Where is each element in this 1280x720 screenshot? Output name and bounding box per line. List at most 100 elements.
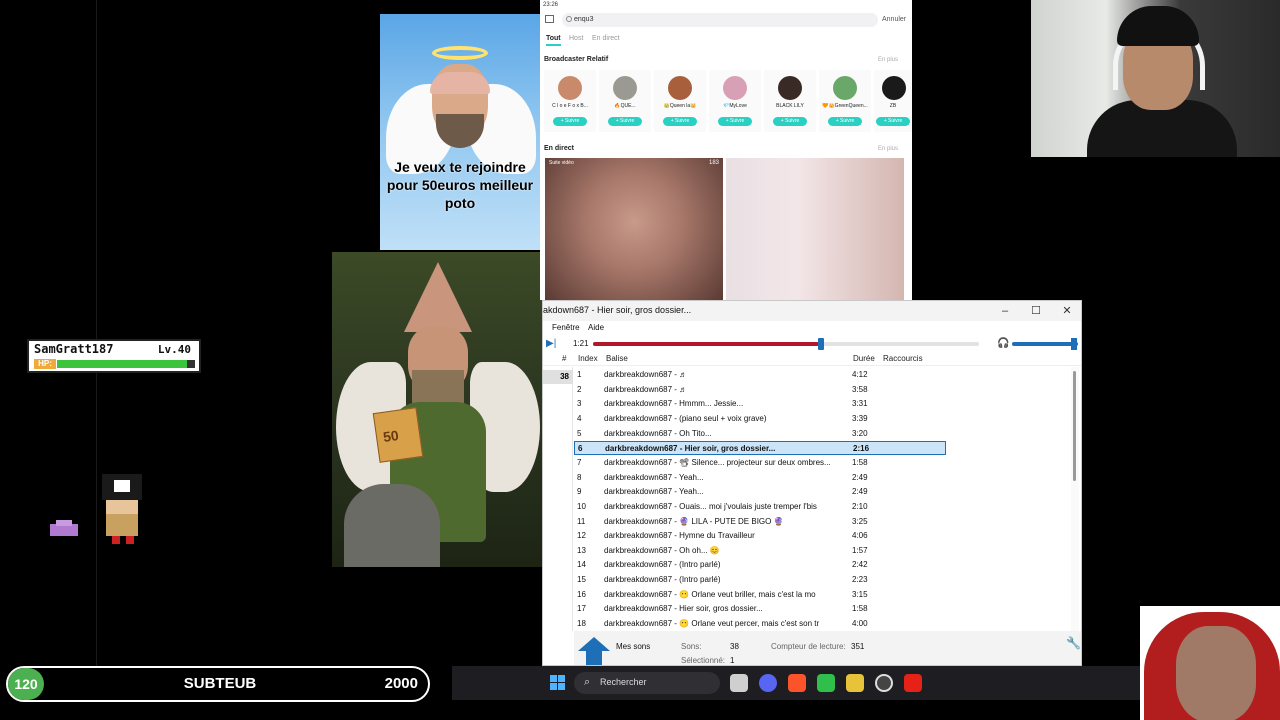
table-row[interactable]: 6 darkbreakdown687 - Hier soir, gros doss… (574, 441, 946, 456)
seek-slider[interactable] (593, 338, 979, 350)
home-arrow-icon[interactable] (577, 635, 611, 665)
broadcaster-card[interactable]: 🔥QUE... + Suivre (599, 70, 651, 132)
brave-icon[interactable] (788, 674, 806, 692)
menu-window[interactable]: Fenêtre (552, 323, 580, 332)
table-row[interactable]: 3 darkbreakdown687 - Hmmm... Jessie... 3:3… (574, 397, 946, 411)
broadcaster-name: 🔥QUE... (614, 103, 636, 109)
track-duration: 3:39 (852, 413, 868, 423)
track-index: 17 (577, 604, 586, 614)
column-tag[interactable]: Balise (606, 354, 628, 363)
headphones-icon[interactable]: 🎧 (997, 338, 1009, 349)
track-title: darkbreakdown687 - ♬ (604, 370, 688, 379)
obs-icon[interactable] (875, 674, 893, 692)
sounds-folder-label[interactable]: Mes sons (616, 642, 650, 651)
file-explorer-icon[interactable] (730, 674, 748, 692)
taskbar-search[interactable]: ⌕ Rechercher (574, 672, 720, 694)
phone-search-input[interactable]: enqu3 (562, 13, 878, 27)
tab-live[interactable]: En direct (592, 35, 620, 42)
volume-slider[interactable] (1012, 342, 1078, 346)
table-row[interactable]: 13 darkbreakdown687 - Oh oh... 😊 1:57 (574, 544, 946, 558)
column-shortcuts[interactable]: Raccourcis (883, 354, 923, 363)
track-index: 1 (577, 370, 582, 379)
tab-host[interactable]: Host (569, 35, 583, 42)
track-title: darkbreakdown687 - (piano seul + voix gr… (604, 413, 767, 423)
volume-thumb[interactable] (1071, 338, 1077, 350)
game-icon[interactable] (846, 674, 864, 692)
follow-button[interactable]: + Suivre (876, 117, 910, 126)
column-num[interactable]: # (562, 354, 566, 363)
broadcaster-card[interactable]: C l o e F o x B... + Suivre (544, 70, 596, 132)
minimize-icon[interactable]: – (991, 303, 1019, 319)
avatar (833, 76, 857, 100)
wrench-icon[interactable]: 🔧 (1066, 636, 1081, 650)
seek-thumb[interactable] (817, 338, 824, 350)
table-row[interactable]: 9 darkbreakdown687 - Yeah... 2:49 (574, 485, 946, 499)
follow-button[interactable]: + Suivre (773, 117, 807, 126)
track-list-header: # Index Balise Durée Raccourcis (543, 352, 1081, 366)
broadcaster-card[interactable]: 🧡👑GreenQueen... + Suivre (819, 70, 871, 132)
window-titlebar[interactable]: akdown687 - Hier soir, gros dossier... –… (543, 301, 1081, 321)
broadcaster-name: 💎MyLove (723, 103, 747, 109)
taskbar-search-placeholder: Rechercher (600, 677, 647, 687)
youtube-icon[interactable] (904, 674, 922, 692)
table-row[interactable]: 11 darkbreakdown687 - 🔮 LILA - PUTE DE BI… (574, 515, 946, 529)
playlist-count[interactable]: 38 (543, 370, 573, 384)
track-index: 4 (577, 413, 582, 423)
follow-button[interactable]: + Suivre (608, 117, 642, 126)
tab-all[interactable]: Tout (546, 35, 561, 46)
broadcaster-card[interactable]: 💎MyLove + Suivre (709, 70, 761, 132)
follow-button[interactable]: + Suivre (663, 117, 697, 126)
track-duration: 2:49 (852, 487, 868, 497)
track-title: darkbreakdown687 - Hier soir, gros dossi… (605, 444, 776, 454)
broadcaster-name: 🧡👑GreenQueen... (822, 103, 868, 109)
phone-cancel-button[interactable]: Annuler (882, 16, 906, 23)
broadcaster-card[interactable]: BLACK LILY + Suivre (764, 70, 816, 132)
scan-icon[interactable] (545, 15, 554, 23)
broadcaster-name: C l o e F o x B... (552, 103, 588, 109)
discord-icon[interactable] (759, 674, 777, 692)
track-index: 12 (577, 531, 586, 541)
broadcaster-more-link[interactable]: En plus (878, 57, 898, 63)
angel-meme-image: Je veux te rejoindre pour 50euros meille… (380, 14, 540, 250)
table-row[interactable]: 8 darkbreakdown687 - Yeah... 2:49 (574, 471, 946, 485)
live-stream-tile[interactable]: Suite vidéo 183 (545, 158, 723, 300)
scroll-thumb[interactable] (1073, 371, 1076, 481)
windows-start-icon[interactable] (550, 675, 566, 691)
live-more-link[interactable]: En plus (878, 146, 898, 152)
close-icon[interactable]: ✕ (1053, 303, 1081, 319)
notepad-icon[interactable] (817, 674, 835, 692)
follow-button[interactable]: + Suivre (553, 117, 587, 126)
follow-button[interactable]: + Suivre (718, 117, 752, 126)
seek-progress (593, 342, 821, 346)
maximize-icon[interactable]: ☐ (1022, 303, 1050, 319)
table-row[interactable]: 16 darkbreakdown687 - 😶 Orlane veut brill… (574, 588, 946, 602)
track-title: darkbreakdown687 - 😶 Orlane veut percer,… (604, 619, 820, 629)
table-row[interactable]: 18 darkbreakdown687 - 😶 Orlane veut perce… (574, 617, 946, 630)
track-index: 14 (577, 560, 586, 570)
table-row[interactable]: 17 darkbreakdown687 - Hier soir, gros dos… (574, 602, 946, 616)
table-row[interactable]: 10 darkbreakdown687 - Ouais... moi j'voul… (574, 500, 946, 514)
transport-bar: ▶| 1:21 🎧 (543, 337, 1081, 351)
play-next-icon[interactable]: ▶| (546, 339, 556, 349)
table-row[interactable]: 4 darkbreakdown687 - (piano seul + voix g… (574, 412, 946, 426)
status-bar: Mes sons Sons: 38 Sélectionné: 1 Compteu… (574, 631, 1081, 665)
table-row[interactable]: 7 darkbreakdown687 - 📽 Silence... project… (574, 456, 946, 470)
track-title: darkbreakdown687 - 📽 Silence... projecte… (604, 457, 831, 467)
table-row[interactable]: 12 darkbreakdown687 - Hymne du Travailleu… (574, 529, 946, 543)
table-row[interactable]: 5 darkbreakdown687 - Oh Tito... 3:20 (574, 427, 946, 441)
player-level: Lv.40 (157, 343, 191, 356)
menu-help[interactable]: Aide (588, 323, 604, 332)
column-index[interactable]: Index (578, 354, 598, 363)
broadcaster-card[interactable]: 👑Queen la👑 + Suivre (654, 70, 706, 132)
column-duration[interactable]: Durée (853, 354, 875, 363)
table-row[interactable]: 15 darkbreakdown687 - (Intro parlé) 2:23 (574, 573, 946, 587)
track-title: darkbreakdown687 - Hymne du Travailleur (604, 531, 755, 541)
phone-status-time: 23:26 (543, 2, 559, 8)
table-row[interactable]: 2 darkbreakdown687 - ♬ 3:58 (574, 383, 946, 397)
live-stream-tile[interactable] (726, 158, 904, 300)
table-row[interactable]: 14 darkbreakdown687 - (Intro parlé) 2:42 (574, 558, 946, 572)
broadcaster-card[interactable]: ZB + Suivre (874, 70, 912, 132)
follow-button[interactable]: + Suivre (828, 117, 862, 126)
track-list-scrollbar[interactable] (1071, 367, 1079, 631)
table-row[interactable]: 1 darkbreakdown687 - ♬ 4:12 (574, 368, 946, 382)
